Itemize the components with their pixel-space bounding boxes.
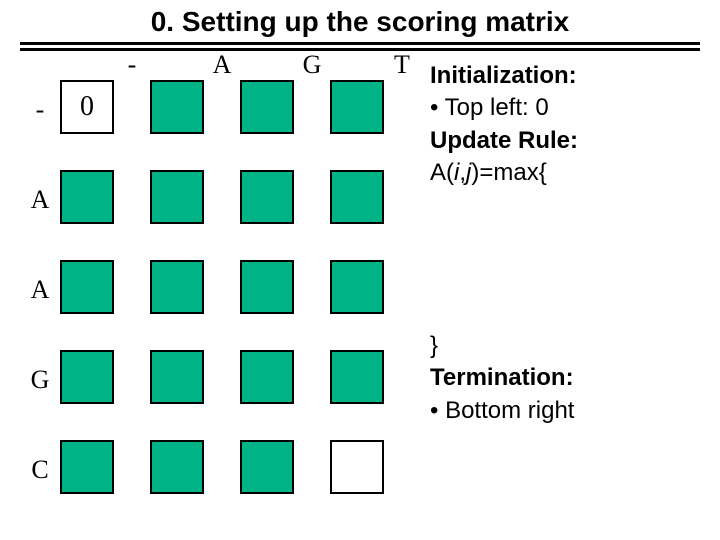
cell-4-0 <box>60 440 114 494</box>
row-header-A1: A <box>25 185 55 215</box>
cell-2-1 <box>150 260 204 314</box>
upd-prefix: A( <box>430 159 454 186</box>
termination-header: Termination: <box>430 362 705 394</box>
cell-1-3 <box>330 170 384 224</box>
col-header-A: A <box>195 50 249 80</box>
cell-0-1 <box>150 80 204 134</box>
termination-bullet-1: Bottom right <box>430 395 705 427</box>
cell-0-0-value: 0 <box>60 80 114 134</box>
slide-title: 0. Setting up the scoring matrix <box>0 6 720 38</box>
title-rule-1 <box>20 42 700 45</box>
cell-2-3 <box>330 260 384 314</box>
cell-4-3 <box>330 440 384 494</box>
cell-3-1 <box>150 350 204 404</box>
close-brace: } <box>430 330 705 362</box>
cell-0-2 <box>240 80 294 134</box>
upd-sep: , <box>459 159 466 186</box>
notes-top: Initialization: Top left: 0 Update Rule:… <box>430 60 705 190</box>
col-header-dash: - <box>105 50 159 80</box>
notes-bottom: } Termination: Bottom right <box>430 330 705 427</box>
cell-2-0 <box>60 260 114 314</box>
row-header-G: G <box>25 365 55 395</box>
col-header-G: G <box>285 50 339 80</box>
cell-4-2 <box>240 440 294 494</box>
cell-1-2 <box>240 170 294 224</box>
upd-suffix: )=max{ <box>471 159 546 186</box>
col-header-T: T <box>375 50 429 80</box>
cell-3-2 <box>240 350 294 404</box>
cell-2-2 <box>240 260 294 314</box>
cell-0-3 <box>330 80 384 134</box>
update-rule-line: A(i,j)=max{ <box>430 157 705 189</box>
row-header-C: C <box>25 455 55 485</box>
cell-3-3 <box>330 350 384 404</box>
cell-4-1 <box>150 440 204 494</box>
update-header: Update Rule: <box>430 125 705 157</box>
cell-1-0 <box>60 170 114 224</box>
row-header-dash: - <box>25 95 55 125</box>
init-header: Initialization: <box>430 60 705 92</box>
cell-3-0 <box>60 350 114 404</box>
cell-1-1 <box>150 170 204 224</box>
init-bullet-1: Top left: 0 <box>430 92 705 124</box>
row-header-A2: A <box>25 275 55 305</box>
